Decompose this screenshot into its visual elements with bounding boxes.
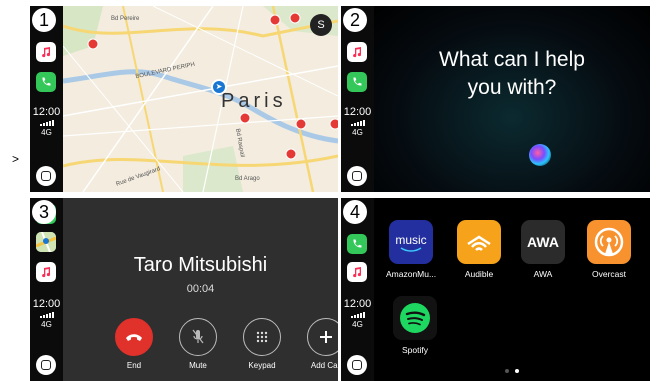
network-type: 4G (352, 128, 363, 137)
map-canvas[interactable]: Bd Pereire Bd Raspail Bd Arago Rue de Va… (63, 6, 338, 192)
panel-maps: 12:00 4G Bd Pereire Bd Raspail Bd Arago … (30, 6, 338, 192)
app-label: AmazonMu... (386, 269, 436, 279)
call-button-label: Add Call (310, 361, 338, 370)
step-badge: 4 (343, 200, 367, 224)
audible-icon (457, 220, 501, 264)
music-app-icon[interactable] (36, 42, 56, 62)
clock-time: 12:00 (343, 298, 372, 310)
step-badge: 2 (343, 8, 367, 32)
home-button[interactable] (36, 355, 56, 375)
mute-button[interactable]: Mute (179, 318, 217, 370)
phone-app-icon[interactable] (347, 72, 367, 92)
status-area: 12:00 4G (341, 106, 374, 137)
home-button[interactable] (36, 166, 56, 186)
amazon-music-icon: music (389, 220, 433, 264)
app-label: Audible (464, 269, 494, 279)
sidebar: 12:00 4G (341, 198, 374, 381)
caller-name: Taro Mitsubishi (133, 254, 268, 276)
step-badge: 1 (32, 8, 56, 32)
page-dot-active[interactable] (515, 369, 519, 373)
home-icon (352, 360, 362, 370)
sidebar: 12:00 4G (341, 6, 374, 192)
siri-orb-icon[interactable] (529, 144, 551, 166)
app-spotify[interactable]: Spotify (390, 296, 440, 355)
app-awa[interactable]: AWA AWA (518, 220, 568, 279)
microphone-icon (179, 318, 217, 356)
phone-end-icon (115, 318, 153, 356)
awa-icon-text: AWA (527, 234, 559, 250)
city-label: Paris (221, 90, 287, 112)
overcast-icon (587, 220, 631, 264)
app-overcast[interactable]: Overcast (584, 220, 634, 279)
clock-time: 12:00 (343, 106, 372, 118)
street-label: Bd Arago (235, 176, 260, 182)
amazon-music-icon-text: music (395, 232, 427, 247)
page-dot[interactable] (505, 369, 509, 373)
call-button-label: Mute (189, 361, 207, 370)
home-button[interactable] (347, 355, 367, 375)
call-duration: 00:04 (186, 283, 215, 295)
spotify-icon (400, 303, 430, 333)
sidebar: 12:00 4G (30, 198, 63, 381)
call-view: Taro Mitsubishi 00:04 End Mute Keypad Ad… (63, 198, 338, 381)
step-badge: 3 (32, 200, 56, 224)
app-grid: music AmazonMu... Audible AWA AWA Overca… (374, 198, 650, 381)
status-area: 12:00 4G (341, 298, 374, 329)
panel-call: 12:00 4G Taro Mitsubishi 00:04 End Mute … (30, 198, 338, 381)
sidebar: 12:00 4G (30, 6, 63, 192)
plus-icon (307, 318, 338, 356)
status-area: 12:00 4G (30, 298, 63, 329)
panel-siri: 12:00 4G What can I help you with? 2 (341, 6, 650, 192)
map-view[interactable]: Bd Pereire Bd Raspail Bd Arago Rue de Va… (63, 6, 338, 192)
profile-button[interactable]: S (310, 14, 332, 36)
panel-apps: 12:00 4G music AmazonMu... Audible AWA A… (341, 198, 650, 381)
phone-app-icon[interactable] (347, 234, 367, 254)
keypad-icon (243, 318, 281, 356)
spotify-tile (393, 296, 437, 340)
awa-icon: AWA (521, 220, 565, 264)
clock-time: 12:00 (32, 106, 61, 118)
home-icon (41, 360, 51, 370)
music-app-icon[interactable] (347, 42, 367, 62)
app-label: AWA (533, 269, 553, 279)
maps-app-icon[interactable] (36, 232, 56, 252)
page-indicator[interactable] (374, 369, 650, 373)
call-button-label: Keypad (248, 361, 276, 370)
clock-time: 12:00 (32, 298, 61, 310)
network-type: 4G (352, 320, 363, 329)
end-call-button[interactable]: End (115, 318, 153, 370)
siri-view: What can I help you with? (374, 6, 650, 192)
siri-prompt-line: What can I help (439, 48, 585, 71)
signal-bars-icon (341, 312, 374, 318)
street-label: Bd Pereire (111, 16, 140, 22)
signal-bars-icon (30, 312, 63, 318)
network-type: 4G (41, 128, 52, 137)
music-app-icon[interactable] (36, 262, 56, 282)
app-label: Spotify (402, 345, 428, 355)
app-amazon-music[interactable]: music AmazonMu... (386, 220, 436, 279)
phone-app-icon[interactable] (36, 72, 56, 92)
add-call-button[interactable]: Add Call (307, 318, 338, 370)
home-icon (352, 171, 362, 181)
siri-prompt: What can I help you with? (374, 46, 650, 102)
signal-bars-icon (341, 120, 374, 126)
status-area: 12:00 4G (30, 106, 63, 137)
keypad-button[interactable]: Keypad (243, 318, 281, 370)
margin-marker: > (12, 152, 20, 166)
siri-prompt-line: you with? (467, 76, 557, 99)
map-roads (63, 6, 338, 192)
signal-bars-icon (30, 120, 63, 126)
location-arrow-icon: ➤ (211, 79, 227, 95)
network-type: 4G (41, 320, 52, 329)
app-label: Overcast (591, 269, 626, 279)
app-audible[interactable]: Audible (454, 220, 504, 279)
home-icon (41, 171, 51, 181)
call-button-label: End (126, 361, 142, 370)
music-app-icon[interactable] (347, 262, 367, 282)
home-button[interactable] (347, 166, 367, 186)
